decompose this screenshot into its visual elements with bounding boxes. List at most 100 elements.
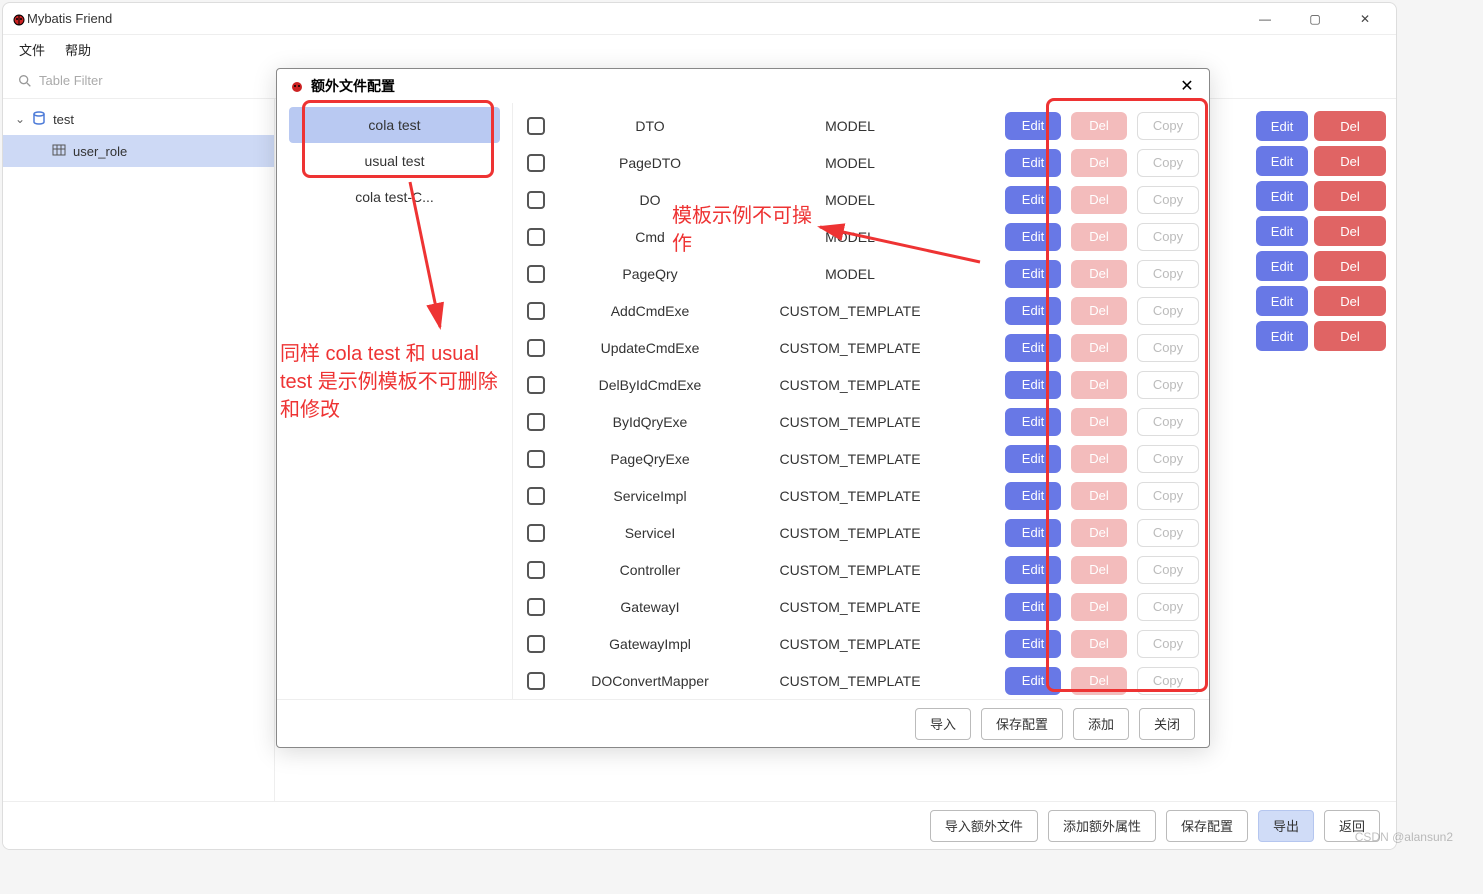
row-del-button[interactable]: Del	[1071, 186, 1127, 214]
row-edit-button[interactable]: Edit	[1005, 186, 1061, 214]
bg-del-button[interactable]: Del	[1314, 286, 1386, 316]
row-del-button[interactable]: Del	[1071, 260, 1127, 288]
row-copy-button[interactable]: Copy	[1137, 186, 1199, 214]
table-filter-input[interactable]	[11, 68, 271, 94]
row-del-button[interactable]: Del	[1071, 556, 1127, 584]
row-del-button[interactable]: Del	[1071, 482, 1127, 510]
row-edit-button[interactable]: Edit	[1005, 371, 1061, 399]
row-del-button[interactable]: Del	[1071, 112, 1127, 140]
row-checkbox[interactable]	[527, 228, 545, 246]
row-edit-button[interactable]: Edit	[1005, 334, 1061, 362]
row-checkbox[interactable]	[527, 154, 545, 172]
close-window-button[interactable]: ✕	[1342, 4, 1388, 34]
row-checkbox[interactable]	[527, 413, 545, 431]
bg-del-button[interactable]: Del	[1314, 321, 1386, 351]
export-button[interactable]: 导出	[1258, 810, 1314, 842]
row-copy-button[interactable]: Copy	[1137, 519, 1199, 547]
modal-close-footer-button[interactable]: 关闭	[1139, 708, 1195, 740]
modal-import-button[interactable]: 导入	[915, 708, 971, 740]
bg-edit-button[interactable]: Edit	[1256, 321, 1308, 351]
template-item[interactable]: cola test-C...	[289, 179, 500, 215]
menu-file[interactable]: 文件	[19, 40, 45, 59]
template-item[interactable]: cola test	[289, 107, 500, 143]
row-copy-button[interactable]: Copy	[1137, 260, 1199, 288]
row-name-label: GatewayI	[555, 599, 745, 615]
add-extra-attr-button[interactable]: 添加额外属性	[1048, 810, 1156, 842]
row-del-button[interactable]: Del	[1071, 297, 1127, 325]
row-copy-button[interactable]: Copy	[1137, 445, 1199, 473]
row-edit-button[interactable]: Edit	[1005, 297, 1061, 325]
bg-del-button[interactable]: Del	[1314, 216, 1386, 246]
import-extra-file-button[interactable]: 导入额外文件	[930, 810, 1038, 842]
bg-del-button[interactable]: Del	[1314, 111, 1386, 141]
row-checkbox[interactable]	[527, 672, 545, 690]
modal-close-button[interactable]: ✕	[1177, 76, 1197, 96]
row-del-button[interactable]: Del	[1071, 408, 1127, 436]
row-del-button[interactable]: Del	[1071, 593, 1127, 621]
bg-edit-button[interactable]: Edit	[1256, 216, 1308, 246]
row-edit-button[interactable]: Edit	[1005, 112, 1061, 140]
bg-del-button[interactable]: Del	[1314, 181, 1386, 211]
row-edit-button[interactable]: Edit	[1005, 445, 1061, 473]
row-edit-button[interactable]: Edit	[1005, 149, 1061, 177]
row-checkbox[interactable]	[527, 339, 545, 357]
tree-root-item[interactable]: ⌄ test	[3, 103, 274, 135]
bg-edit-button[interactable]: Edit	[1256, 181, 1308, 211]
row-del-button[interactable]: Del	[1071, 445, 1127, 473]
bg-del-button[interactable]: Del	[1314, 251, 1386, 281]
row-edit-button[interactable]: Edit	[1005, 260, 1061, 288]
bg-edit-button[interactable]: Edit	[1256, 146, 1308, 176]
save-config-button[interactable]: 保存配置	[1166, 810, 1248, 842]
minimize-button[interactable]: —	[1242, 4, 1288, 34]
row-copy-button[interactable]: Copy	[1137, 149, 1199, 177]
modal-add-button[interactable]: 添加	[1073, 708, 1129, 740]
row-del-button[interactable]: Del	[1071, 149, 1127, 177]
row-edit-button[interactable]: Edit	[1005, 593, 1061, 621]
bg-del-button[interactable]: Del	[1314, 146, 1386, 176]
row-del-button[interactable]: Del	[1071, 371, 1127, 399]
bg-edit-button[interactable]: Edit	[1256, 111, 1308, 141]
row-del-button[interactable]: Del	[1071, 223, 1127, 251]
row-copy-button[interactable]: Copy	[1137, 630, 1199, 658]
row-checkbox[interactable]	[527, 561, 545, 579]
row-edit-button[interactable]: Edit	[1005, 223, 1061, 251]
row-edit-button[interactable]: Edit	[1005, 408, 1061, 436]
row-checkbox[interactable]	[527, 265, 545, 283]
tree-table-item[interactable]: user_role	[3, 135, 274, 167]
row-del-button[interactable]: Del	[1071, 667, 1127, 695]
row-edit-button[interactable]: Edit	[1005, 630, 1061, 658]
row-copy-button[interactable]: Copy	[1137, 667, 1199, 695]
maximize-button[interactable]: ▢	[1292, 4, 1338, 34]
menu-help[interactable]: 帮助	[65, 40, 91, 59]
row-copy-button[interactable]: Copy	[1137, 334, 1199, 362]
modal-save-button[interactable]: 保存配置	[981, 708, 1063, 740]
row-copy-button[interactable]: Copy	[1137, 371, 1199, 399]
row-checkbox[interactable]	[527, 635, 545, 653]
row-copy-button[interactable]: Copy	[1137, 482, 1199, 510]
row-edit-button[interactable]: Edit	[1005, 667, 1061, 695]
row-copy-button[interactable]: Copy	[1137, 112, 1199, 140]
row-checkbox[interactable]	[527, 524, 545, 542]
row-checkbox[interactable]	[527, 598, 545, 616]
row-copy-button[interactable]: Copy	[1137, 297, 1199, 325]
row-del-button[interactable]: Del	[1071, 334, 1127, 362]
row-edit-button[interactable]: Edit	[1005, 482, 1061, 510]
row-checkbox[interactable]	[527, 487, 545, 505]
bg-edit-button[interactable]: Edit	[1256, 286, 1308, 316]
row-del-button[interactable]: Del	[1071, 630, 1127, 658]
template-item[interactable]: usual test	[289, 143, 500, 179]
row-checkbox[interactable]	[527, 302, 545, 320]
bg-edit-button[interactable]: Edit	[1256, 251, 1308, 281]
row-copy-button[interactable]: Copy	[1137, 408, 1199, 436]
row-edit-button[interactable]: Edit	[1005, 556, 1061, 584]
row-checkbox[interactable]	[527, 191, 545, 209]
row-del-button[interactable]: Del	[1071, 519, 1127, 547]
row-edit-button[interactable]: Edit	[1005, 519, 1061, 547]
row-copy-button[interactable]: Copy	[1137, 556, 1199, 584]
row-copy-button[interactable]: Copy	[1137, 223, 1199, 251]
bg-row: EditDel	[1256, 251, 1386, 281]
row-checkbox[interactable]	[527, 376, 545, 394]
row-checkbox[interactable]	[527, 450, 545, 468]
row-checkbox[interactable]	[527, 117, 545, 135]
row-copy-button[interactable]: Copy	[1137, 593, 1199, 621]
